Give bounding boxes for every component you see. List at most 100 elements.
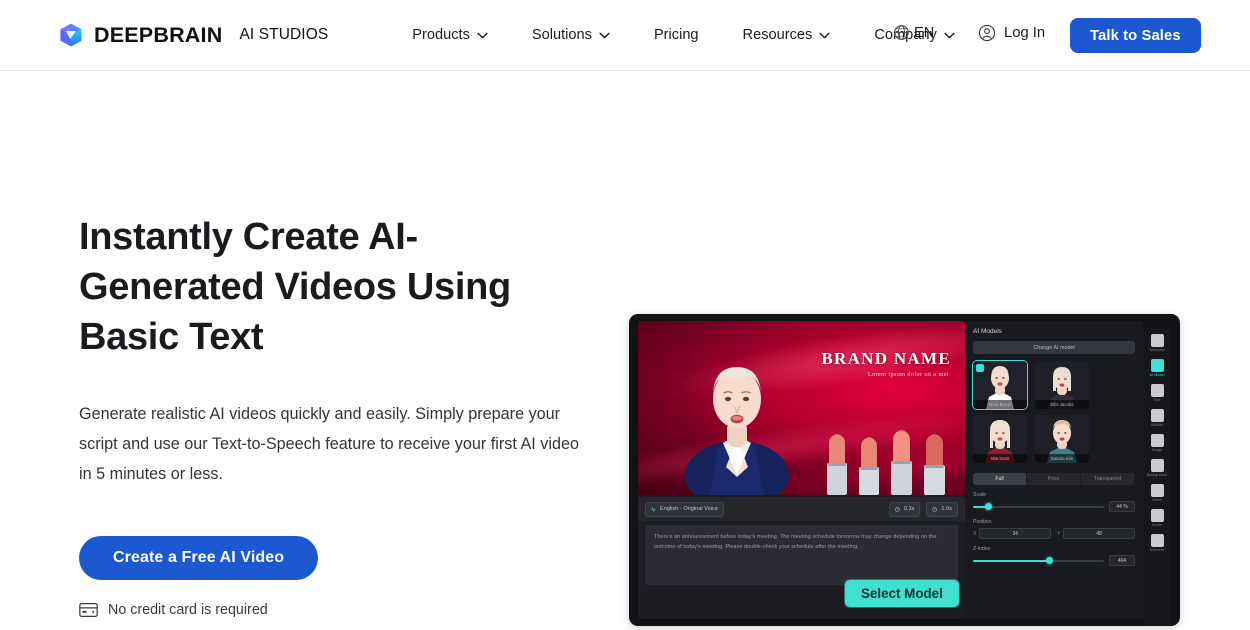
- talk-to-sales-button[interactable]: Talk to Sales: [1070, 18, 1201, 53]
- model-view-tabs: Full Pose Transparent: [973, 473, 1135, 485]
- background-icon: [1150, 459, 1164, 472]
- clock-icon: [895, 506, 900, 512]
- image-icon: [1150, 434, 1164, 447]
- toolbar-item-text[interactable]: Text: [1144, 382, 1170, 404]
- model-name: Sandra Kim: [1035, 454, 1089, 463]
- hero-section: Instantly Create AI-Generated Videos Usi…: [0, 71, 1250, 630]
- position-y-field[interactable]: Y 48: [1057, 528, 1135, 539]
- position-x-axis-label: X: [973, 530, 977, 537]
- nav-item-pricing[interactable]: Pricing: [632, 27, 721, 43]
- toolbar-label: Text: [1153, 398, 1161, 402]
- voice-language-label: English - Original Voice: [660, 506, 718, 512]
- app-window: BRAND NAME Lorem ipsum dolor sit a met E…: [638, 321, 1171, 626]
- toolbar-label: Image: [1151, 448, 1163, 452]
- tab-transparent[interactable]: Transparent: [1081, 473, 1135, 485]
- position-x-value[interactable]: 34: [979, 528, 1051, 539]
- zindex-value[interactable]: 404: [1109, 555, 1135, 566]
- tab-pose[interactable]: Pose: [1027, 473, 1081, 485]
- element-icon: [1150, 534, 1164, 547]
- position-y-value[interactable]: 48: [1063, 528, 1135, 539]
- toolbar-label: Audio: [1152, 523, 1162, 527]
- model-card[interactable]: Nora Bruce: [972, 360, 1028, 410]
- toolbar-label: Subtitle: [1150, 423, 1164, 427]
- nav-label: Pricing: [653, 27, 699, 43]
- audio-icon: [1150, 509, 1164, 522]
- hero-description: Generate realistic AI videos quickly and…: [79, 405, 579, 483]
- change-ai-model-button[interactable]: Change AI model: [973, 341, 1135, 354]
- chevron-down-icon: [819, 32, 830, 38]
- model-name: Mia Scott: [973, 454, 1027, 463]
- model-card[interactable]: Mia Scott: [973, 415, 1027, 463]
- chevron-down-icon: [599, 32, 610, 38]
- selected-check-icon: [976, 364, 984, 372]
- voice-language-chip[interactable]: English - Original Voice: [645, 501, 724, 517]
- clip-duration-label: 0.3s: [903, 506, 915, 512]
- editor-stage: BRAND NAME Lorem ipsum dolor sit a met E…: [638, 321, 965, 619]
- scale-label: Scale: [973, 492, 986, 498]
- login-label: Log In: [1004, 25, 1046, 41]
- zindex-control: 404: [973, 555, 1135, 566]
- toolbar-item-template[interactable]: Template: [1144, 332, 1170, 354]
- scale-slider[interactable]: [973, 503, 1104, 511]
- position-x-field[interactable]: X 34: [973, 528, 1051, 539]
- nav-label: Products: [412, 27, 470, 43]
- ai-model-icon: [1150, 359, 1164, 372]
- login-button[interactable]: Log In: [978, 24, 1045, 42]
- position-control: X 34 Y 48: [973, 528, 1135, 539]
- ai-models-panel: AI Models Change AI model Nora Bruce Ell…: [965, 321, 1143, 619]
- slider-knob[interactable]: [1046, 557, 1054, 564]
- credit-card-icon: [79, 603, 98, 617]
- zindex-label: Z-index: [973, 546, 991, 552]
- clip-duration-chip[interactable]: 0.3s: [888, 501, 921, 517]
- toolbar-item-element[interactable]: Element: [1144, 532, 1170, 554]
- position-y-axis-label: Y: [1057, 530, 1061, 537]
- toolbar-item-video[interactable]: Video: [1144, 482, 1170, 504]
- slider-track: [973, 505, 1104, 508]
- toolbar-item-ai-model[interactable]: AI Model: [1144, 357, 1170, 379]
- page-title: Instantly Create AI-Generated Videos Usi…: [79, 216, 511, 358]
- tab-full[interactable]: Full: [973, 473, 1027, 485]
- product-preview: BRAND NAME Lorem ipsum dolor sit a met E…: [629, 314, 1180, 626]
- model-card[interactable]: Sandra Kim: [1035, 415, 1089, 463]
- toolbar-label: Element: [1150, 548, 1164, 552]
- nav-item-solutions[interactable]: Solutions: [510, 27, 632, 43]
- total-duration-label: 1.0s: [941, 506, 952, 512]
- lipstick-products: [827, 430, 945, 495]
- toolbar-item-audio[interactable]: Audio: [1144, 507, 1170, 529]
- toolbar-item-background[interactable]: Background: [1144, 457, 1170, 479]
- nav-item-products[interactable]: Products: [390, 27, 510, 43]
- zindex-slider[interactable]: [973, 557, 1104, 565]
- slider-fill: [973, 559, 1049, 562]
- hero-copy: Instantly Create AI-Generated Videos Usi…: [79, 212, 599, 618]
- toolbar-item-subtitle[interactable]: Subtitle: [1144, 407, 1170, 429]
- no-credit-card-note: No credit card is required: [79, 602, 599, 618]
- toolbar-label: Background: [1146, 473, 1168, 477]
- script-textarea[interactable]: There's an announcement before today's m…: [645, 525, 958, 585]
- model-card[interactable]: Ellie Jacobs: [1035, 361, 1089, 409]
- video-canvas[interactable]: BRAND NAME Lorem ipsum dolor sit a met: [638, 321, 965, 495]
- nav-item-resources[interactable]: Resources: [721, 27, 853, 43]
- toolbar-label: Template: [1149, 348, 1165, 352]
- cube-logo-icon: [60, 23, 82, 47]
- position-label: Position: [973, 519, 992, 525]
- scale-value[interactable]: 44 %: [1109, 501, 1135, 512]
- language-label: EN: [914, 24, 935, 41]
- language-selector[interactable]: EN: [893, 24, 934, 41]
- video-brand-title: BRAND NAME: [821, 349, 951, 368]
- create-free-ai-video-button[interactable]: Create a Free AI Video: [79, 536, 319, 580]
- toolbar-item-image[interactable]: Image: [1144, 432, 1170, 454]
- chevron-down-icon: [477, 32, 488, 38]
- model-grid: Nora Bruce Ellie Jacobs Mia Scott Sandra…: [972, 360, 1135, 463]
- toolbar-label: AI Model: [1149, 373, 1165, 377]
- sound-wave-icon: [651, 506, 656, 512]
- video-brand-subtitle: Lorem ipsum dolor sit a met: [867, 371, 949, 378]
- nav-label: Solutions: [531, 27, 592, 43]
- slider-knob[interactable]: [984, 503, 992, 510]
- text-icon: [1150, 384, 1164, 397]
- total-duration-chip[interactable]: 1.0s: [926, 501, 958, 517]
- template-icon: [1150, 334, 1164, 347]
- brand-logo[interactable]: DEEPBRAIN AI STUDIOS: [58, 22, 328, 48]
- model-name: Nora Bruce: [973, 400, 1027, 409]
- brand-subname: AI STUDIOS: [239, 26, 329, 43]
- select-model-button[interactable]: Select Model: [845, 580, 959, 607]
